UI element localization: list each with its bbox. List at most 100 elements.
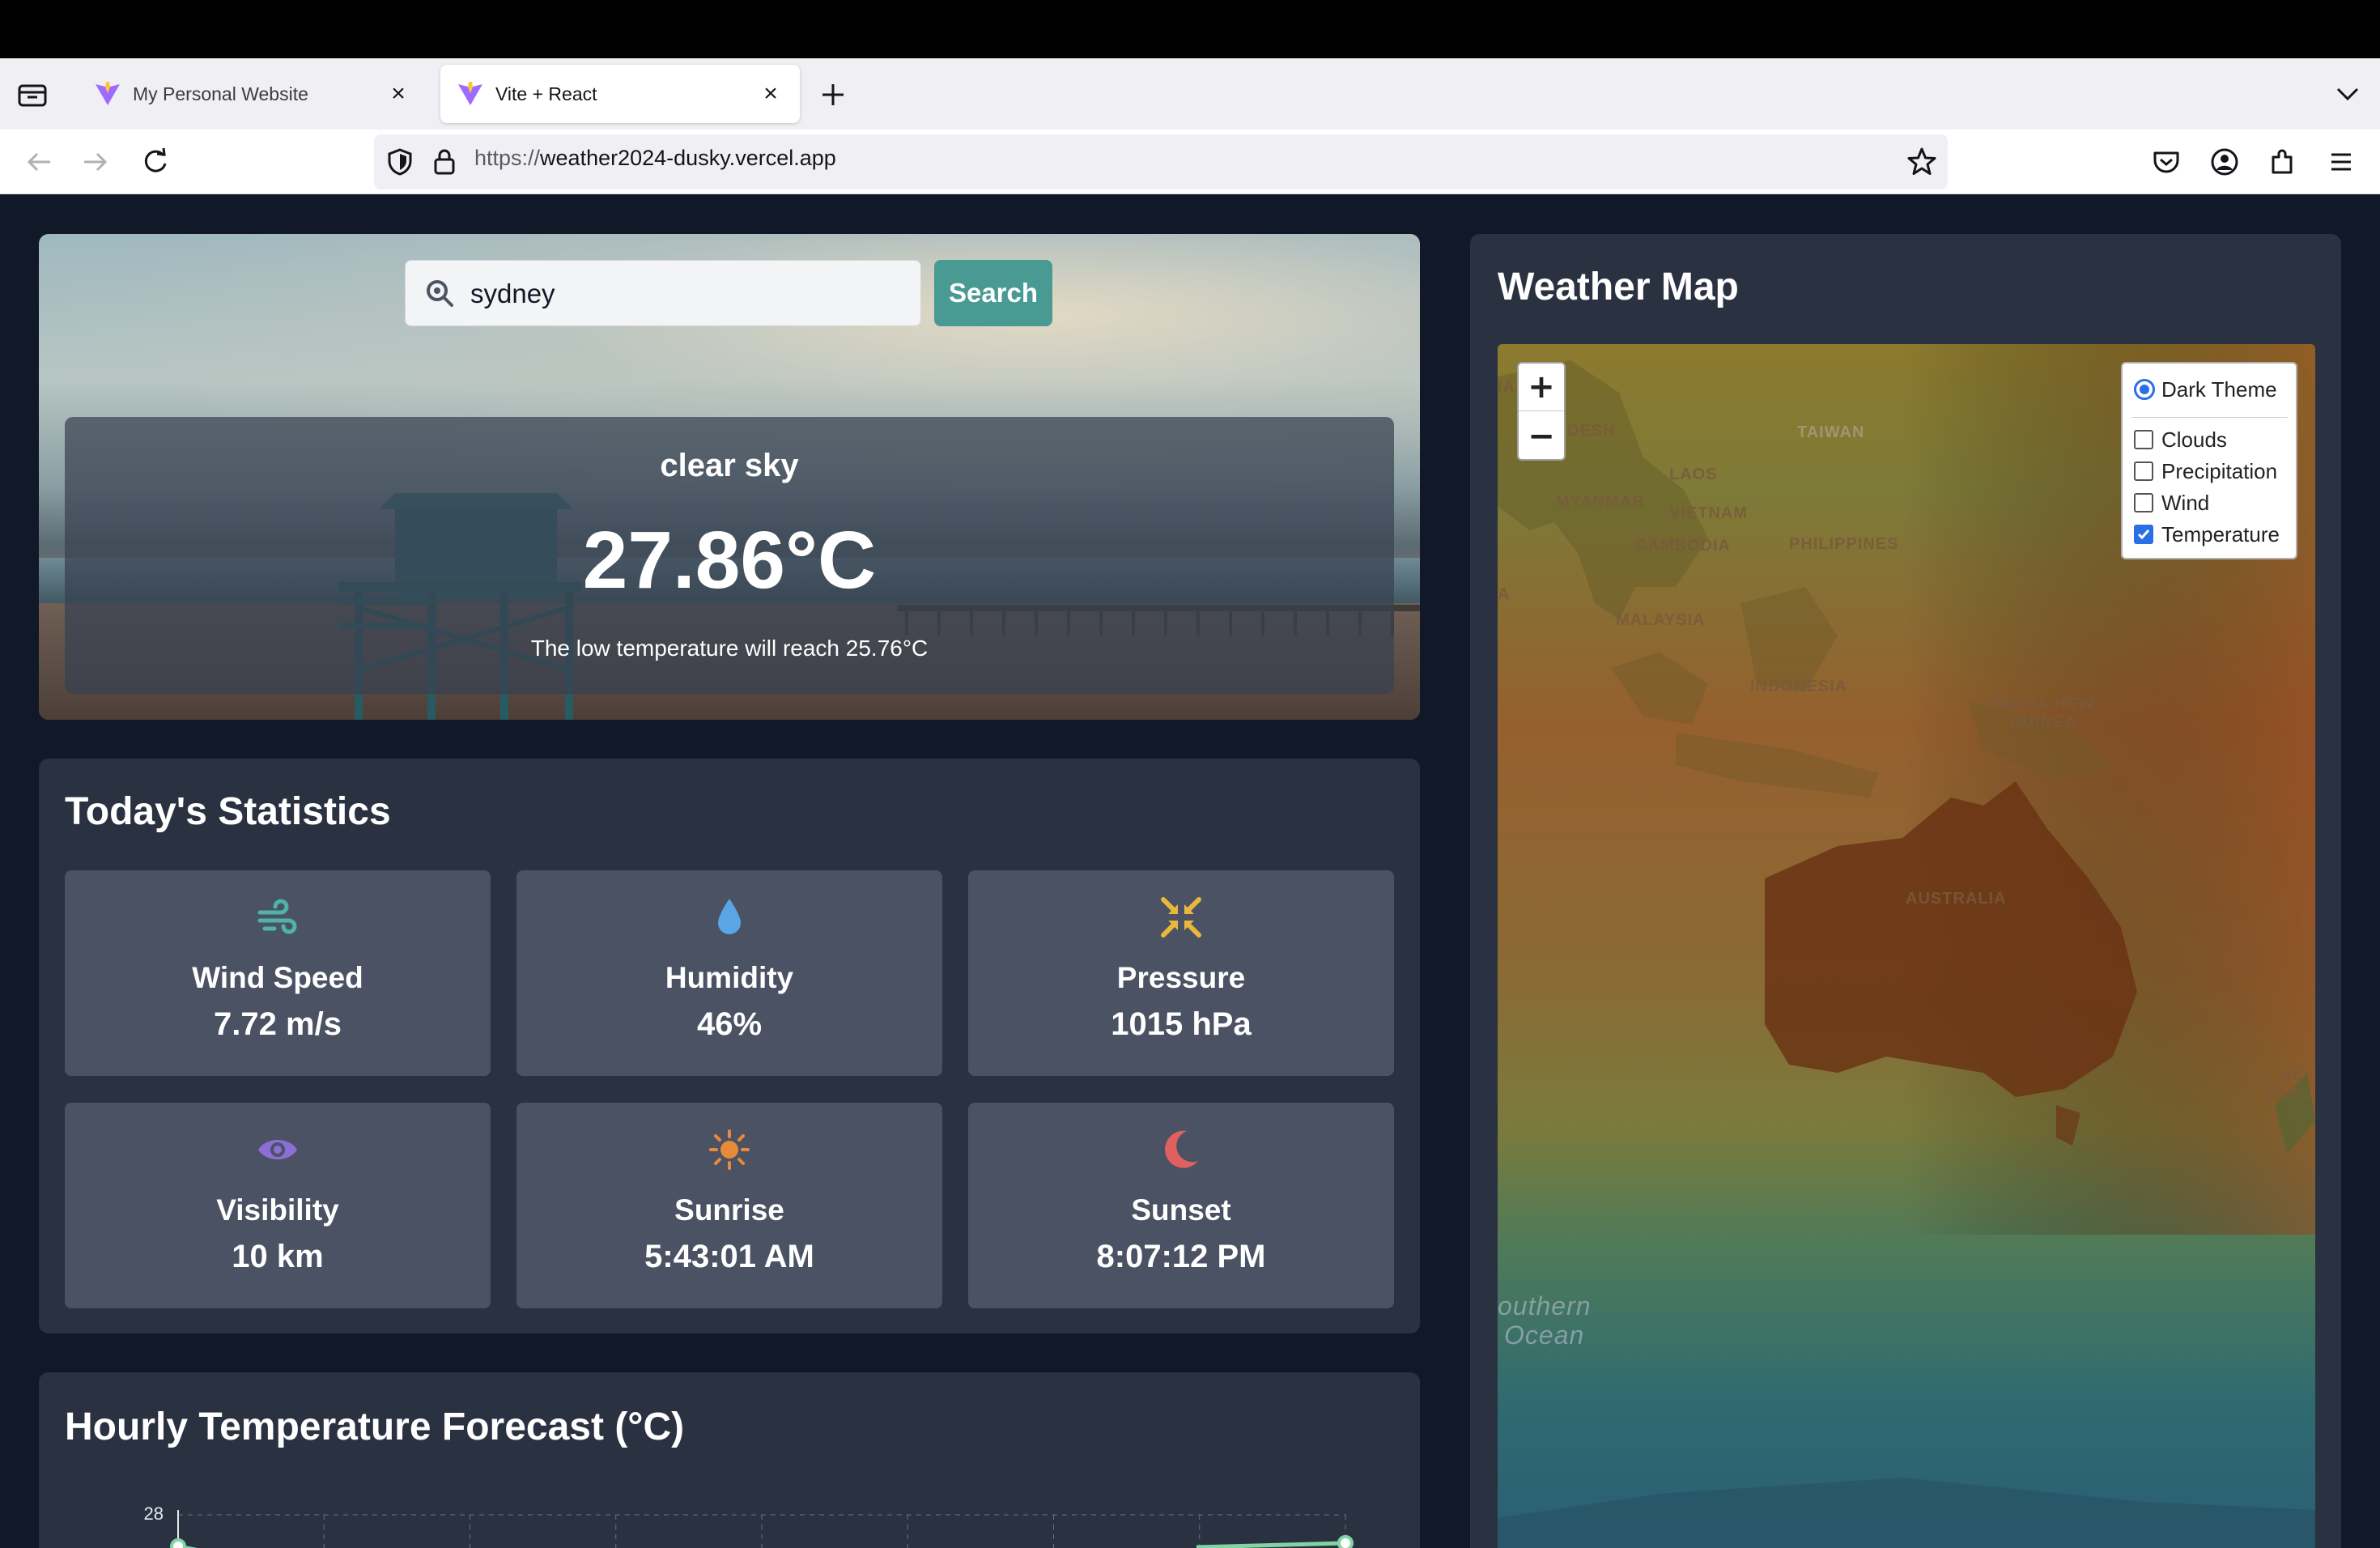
back-arrow-icon[interactable]: [23, 146, 55, 178]
map-label: GUINEA: [2009, 713, 2077, 731]
ocean-label-line: outhern: [1498, 1291, 1592, 1320]
weather-map-card: Weather Map IA DESH TAIWAN LAOS MYANMAR …: [1470, 234, 2341, 1548]
close-tab-icon[interactable]: ×: [385, 81, 411, 107]
stats-title: Today's Statistics: [65, 790, 391, 833]
search-button[interactable]: Search: [934, 260, 1052, 326]
temperature-line: [1196, 1541, 1346, 1548]
menu-hamburger-icon[interactable]: [2325, 146, 2357, 178]
lock-icon[interactable]: [431, 147, 458, 176]
new-tab-plus-icon[interactable]: [816, 78, 850, 112]
map-label: DESH: [1567, 422, 1616, 440]
temperature-checkbox[interactable]: [2134, 525, 2153, 544]
layer-label: Dark Theme: [2161, 376, 2277, 402]
pocket-icon[interactable]: [2150, 146, 2182, 178]
shield-icon[interactable]: [385, 147, 414, 176]
temperature-point: [1337, 1535, 1354, 1548]
stat-tile-humidity: Humidity 46%: [516, 870, 942, 1076]
map-label: ZEAL: [2265, 1084, 2311, 1102]
map-label: NE: [2280, 1066, 2304, 1084]
bookmark-star-icon[interactable]: [1906, 146, 1938, 178]
account-icon[interactable]: [2208, 146, 2241, 178]
stat-tile-sunrise: Sunrise 5:43:01 AM: [516, 1103, 942, 1308]
stat-tile-visibility: Visibility 10 km: [65, 1103, 491, 1308]
map-label: PHILIPPINES: [1789, 535, 1899, 553]
checkmark-icon: [2137, 529, 2150, 540]
url-scheme: https://: [474, 146, 541, 170]
layer-precipitation[interactable]: Precipitation: [2134, 457, 2277, 486]
reload-icon[interactable]: [139, 146, 172, 178]
temperature-point: [170, 1538, 186, 1548]
extensions-icon[interactable]: [2267, 146, 2299, 178]
stat-value: 46%: [696, 1006, 763, 1042]
stat-label: Humidity: [665, 961, 794, 994]
dark-theme-radio[interactable]: [2134, 379, 2155, 400]
hourly-forecast-card: Hourly Temperature Forecast (°C) 28: [39, 1372, 1420, 1548]
layer-label: Temperature: [2161, 521, 2280, 546]
droplet-icon: [718, 899, 741, 934]
layer-label: Precipitation: [2161, 458, 2278, 483]
city-search-input[interactable]: [470, 272, 907, 316]
y-tick-label: 28: [144, 1503, 164, 1524]
zoom-out-button[interactable]: −: [1519, 412, 1564, 459]
map-layer-control: Dark Theme Clouds Precipitation Wind Tem…: [2121, 362, 2297, 559]
search-icon: [427, 280, 453, 307]
map-label: A: [1498, 585, 1511, 603]
stat-tile-wind-speed: Wind Speed 7.72 m/s: [65, 870, 491, 1076]
vite-favicon-icon: [96, 82, 120, 105]
precipitation-checkbox[interactable]: [2134, 461, 2153, 481]
tab-manager-icon[interactable]: [16, 79, 49, 108]
compress-icon: [1161, 897, 1201, 938]
layer-separator: [2132, 417, 2288, 418]
current-temperature: 27.86°C: [582, 515, 877, 606]
layer-dark-theme[interactable]: Dark Theme: [2134, 375, 2277, 404]
low-temperature-text: The low temperature will reach 25.76°C: [530, 636, 929, 661]
url-text[interactable]: https://weather2024-dusky.vercel.app: [474, 146, 836, 171]
stat-label: Visibility: [216, 1193, 339, 1227]
tab-vite-react[interactable]: Vite + React ×: [440, 65, 800, 123]
map-label: IA: [1498, 378, 1515, 396]
forward-arrow-icon[interactable]: [79, 146, 112, 178]
wind-checkbox[interactable]: [2134, 493, 2153, 512]
wind-icon: [257, 899, 297, 934]
stat-label: Sunset: [1131, 1193, 1231, 1227]
tab-title: Vite + React: [495, 83, 597, 104]
stat-label: Wind Speed: [192, 961, 363, 994]
map-label: MYANMAR: [1556, 493, 1645, 511]
weather-description: clear sky: [660, 448, 799, 483]
layer-temperature[interactable]: Temperature: [2134, 520, 2280, 549]
weather-map[interactable]: IA DESH TAIWAN LAOS MYANMAR VIETNAM CAMB…: [1498, 344, 2315, 1548]
map-label: MALAYSIA: [1616, 611, 1706, 629]
url-host: weather2024-dusky.vercel.app: [540, 146, 836, 170]
map-label: INDONESIA: [1750, 678, 1848, 695]
map-label: CAMBODIA: [1635, 537, 1731, 555]
map-zoom-control: + −: [1517, 362, 1566, 461]
tab-list-chevron-icon[interactable]: [2331, 79, 2364, 108]
layer-label: Clouds: [2161, 427, 2227, 452]
map-label: PAPUA NEW: [1990, 695, 2094, 713]
layer-label: Wind: [2161, 490, 2210, 515]
clouds-checkbox[interactable]: [2134, 430, 2153, 449]
map-label: AUSTRALIA: [1906, 890, 2007, 908]
ocean-label-line: Ocean: [1504, 1320, 1585, 1350]
weather-map-title: Weather Map: [1498, 266, 1739, 308]
stat-value: 5:43:01 AM: [644, 1239, 814, 1274]
stat-label: Sunrise: [674, 1193, 784, 1227]
stat-tile-sunset: Sunset 8:07:12 PM: [968, 1103, 1394, 1308]
map-label: VIETNAM: [1669, 504, 1748, 522]
stat-value: 8:07:12 PM: [1096, 1239, 1266, 1274]
page-content: Search clear sky 27.86°C The low tempera…: [0, 195, 2380, 1548]
hourly-temperature-chart: 28: [144, 1503, 1354, 1548]
window-top-bar: [0, 0, 2380, 58]
stat-label: Pressure: [1116, 961, 1246, 994]
layer-wind[interactable]: Wind: [2134, 488, 2209, 517]
current-weather-hero: Search clear sky 27.86°C The low tempera…: [39, 234, 1420, 720]
city-search-box: [405, 260, 921, 326]
layer-clouds[interactable]: Clouds: [2134, 425, 2227, 454]
map-ocean-label: outhern Ocean: [1498, 1291, 1592, 1350]
zoom-in-button[interactable]: +: [1519, 364, 1564, 411]
close-tab-icon[interactable]: ×: [758, 81, 784, 107]
stat-tile-pressure: Pressure 1015 hPa: [968, 870, 1394, 1076]
tab-title: My Personal Website: [133, 83, 308, 104]
tab-my-personal-website[interactable]: My Personal Website ×: [78, 65, 427, 123]
map-label: TAIWAN: [1797, 423, 1865, 441]
